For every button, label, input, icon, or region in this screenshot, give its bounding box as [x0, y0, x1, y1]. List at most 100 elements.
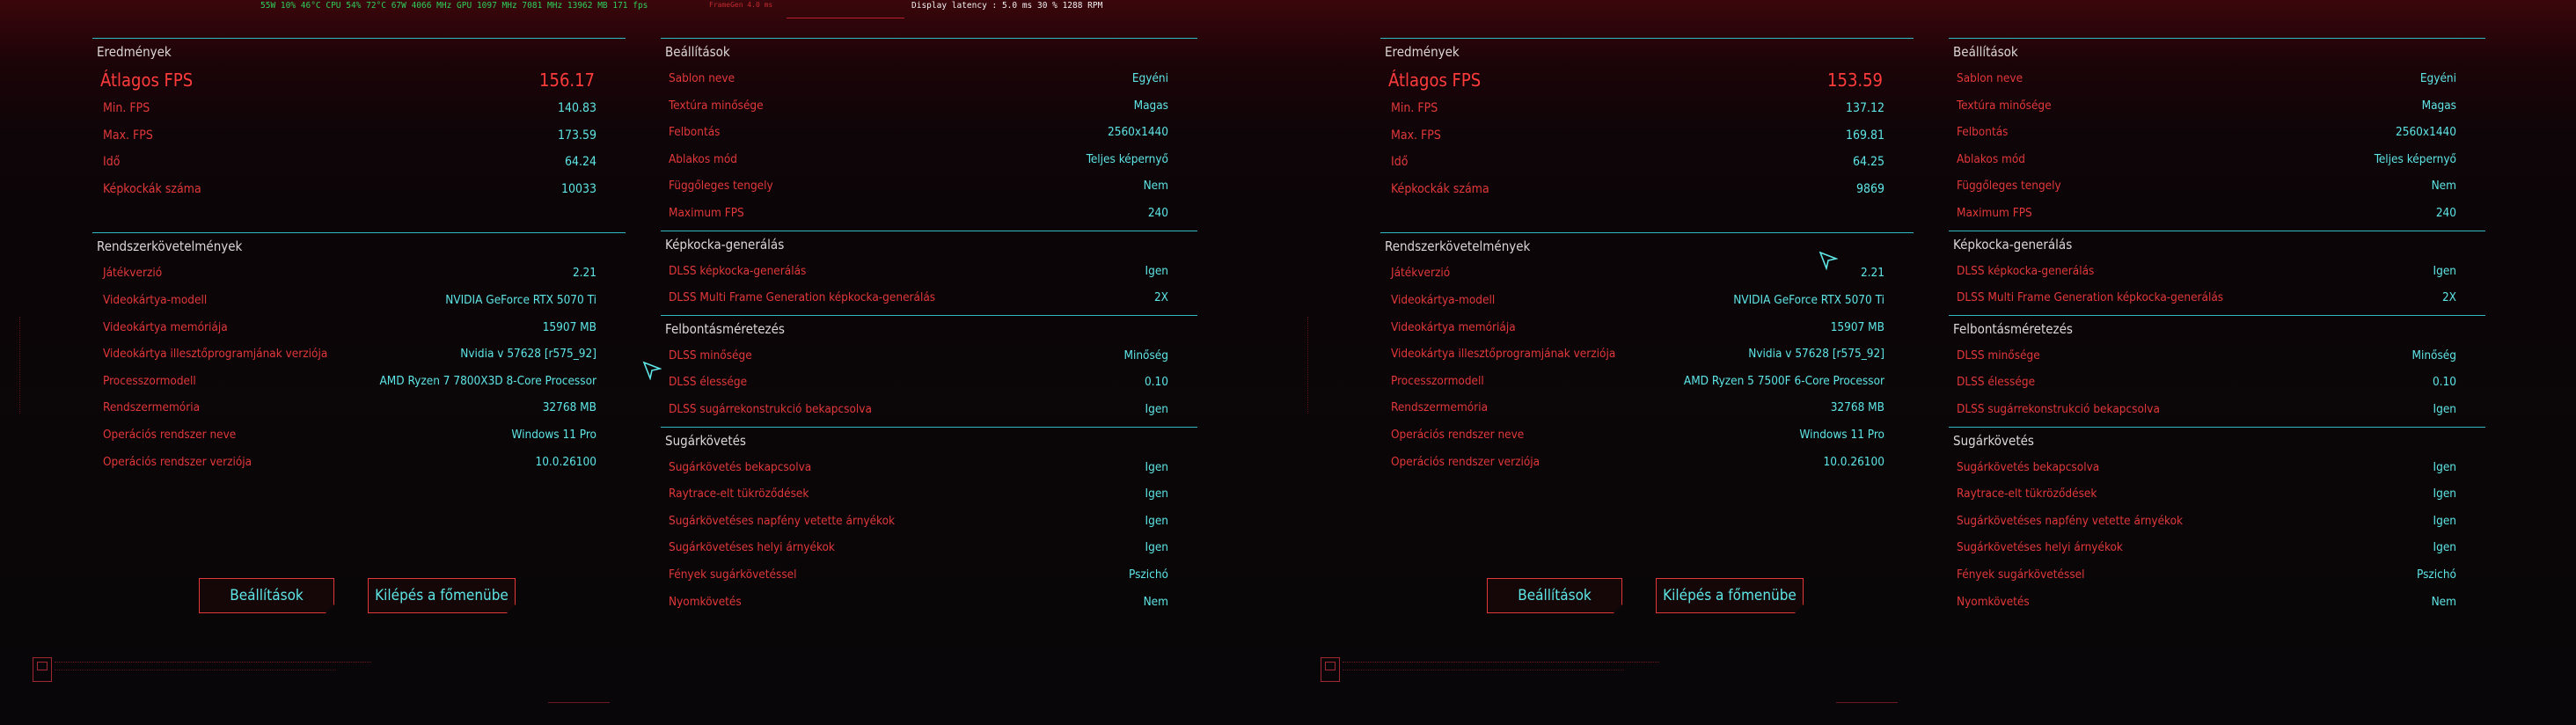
info-row-label: Operációs rendszer neve: [1391, 427, 1525, 442]
info-row-label: Sugárkövetés bekapcsolva: [1957, 459, 2100, 474]
info-row: Videokártya memóriája 15907 MB: [92, 314, 626, 341]
info-row: Sablon neve Egyéni: [661, 65, 1197, 92]
info-row-value: Igen: [2433, 513, 2456, 528]
info-row-label: DLSS képkocka-generálás: [669, 263, 807, 278]
min-fps-row: Min. FPS 137.12: [1380, 95, 1914, 122]
settings-title: Beállítások: [1953, 44, 2018, 60]
info-row-value: 0.10: [2432, 375, 2456, 390]
right-column: Beállítások Sablon neve Egyéni Textúra min…: [1949, 38, 2485, 619]
max-fps-label: Max. FPS: [1391, 128, 1441, 143]
info-row-value: Nem: [1143, 594, 1168, 609]
info-row: DLSS élessége 0.10: [661, 369, 1197, 396]
info-row-value: Igen: [2433, 263, 2456, 278]
info-row-label: DLSS képkocka-generálás: [1957, 263, 2095, 278]
avg-fps-value: 153.59: [1827, 70, 1883, 91]
bottom-marker: [1836, 702, 1898, 703]
min-fps-label: Min. FPS: [1391, 101, 1438, 115]
info-row: Függőleges tengely Nem: [1949, 172, 2485, 200]
info-row-value: Egyéni: [1131, 71, 1168, 85]
info-row: Fények sugárkövetéssel Pszichó: [1949, 561, 2485, 589]
time-value: 64.24: [564, 155, 596, 170]
framegen-title: Képkocka-generálás: [665, 236, 785, 253]
info-row-label: Videokártya memóriája: [103, 319, 228, 334]
raytracing-title: Sugárkövetés: [665, 432, 746, 449]
exit-to-menu-button[interactable]: Kilépés a főmenübe: [1656, 578, 1804, 613]
max-fps-value: 169.81: [1845, 128, 1884, 143]
max-fps-row: Max. FPS 169.81: [1380, 122, 1914, 150]
min-fps-value: 137.12: [1845, 101, 1884, 115]
info-row: Sablon neve Egyéni: [1949, 65, 2485, 92]
info-row: Operációs rendszer verziója 10.0.26100: [1380, 449, 1914, 476]
info-row-value: Magas: [1133, 98, 1168, 113]
info-row: Sugárkövetés bekapcsolva Igen: [1949, 454, 2485, 481]
info-row: Videokártya-modell NVIDIA GeForce RTX 507…: [1380, 287, 1914, 314]
info-row-label: Fények sugárkövetéssel: [669, 567, 797, 582]
info-row-label: Maximum FPS: [669, 205, 744, 220]
footer-fine-print: [55, 662, 371, 664]
info-row-label: Operációs rendszer neve: [103, 427, 237, 442]
info-row: Ablakos mód Teljes képernyő: [661, 146, 1197, 173]
info-row-value: Igen: [2433, 459, 2456, 474]
info-row-value: 240: [2435, 205, 2456, 220]
info-row-value: Nvidia v 57628 [r575_92]: [1748, 347, 1884, 362]
info-row: Operációs rendszer neve Windows 11 Pro: [92, 421, 626, 449]
info-row: DLSS Multi Frame Generation képkocka-gen…: [661, 284, 1197, 311]
info-row-label: Függőleges tengely: [1957, 179, 2061, 194]
scaling-title: Felbontásméretezés: [1953, 320, 2073, 337]
info-row: Textúra minősége Magas: [661, 92, 1197, 120]
info-row-label: Sugárkövetéses napfény vetette árnyékok: [1957, 513, 2184, 528]
results-section: Eredmények Átlagos FPS 156.17 Min. FPS 1…: [92, 38, 626, 232]
info-row: Rendszermemória 32768 MB: [92, 394, 626, 421]
max-fps-row: Max. FPS 173.59: [92, 122, 626, 150]
info-row: DLSS sugárrekonstrukció bekapcsolva Igen: [661, 396, 1197, 423]
frames-row: Képkockák száma 10033: [92, 176, 626, 203]
info-row-value: Teljes képernyő: [1086, 151, 1168, 166]
info-row: DLSS minősége Minőség: [661, 342, 1197, 370]
logo-icon: [33, 657, 52, 682]
settings-button[interactable]: Beállítások: [1487, 578, 1622, 613]
info-row-value: 10.0.26100: [535, 454, 596, 469]
side-decoration: [1307, 317, 1310, 414]
info-row: DLSS minősége Minőség: [1949, 342, 2485, 370]
settings-button[interactable]: Beállítások: [199, 578, 334, 613]
info-row-value: 240: [1147, 205, 1168, 220]
info-row: Operációs rendszer neve Windows 11 Pro: [1380, 421, 1914, 449]
info-row-label: Operációs rendszer verziója: [103, 454, 252, 469]
info-row-value: 2560x1440: [1108, 125, 1168, 140]
footer-fine-print-2: [55, 670, 336, 672]
min-fps-row: Min. FPS 140.83: [92, 95, 626, 122]
info-row-value: 2X: [1153, 290, 1168, 305]
raytracing-section: Sugárkövetés Sugárkövetés bekapcsolva Ige…: [661, 426, 1197, 619]
info-row-value: Minőség: [1123, 348, 1169, 362]
info-row: DLSS élessége 0.10: [1949, 369, 2485, 396]
info-row-label: Sablon neve: [669, 71, 735, 85]
info-row-value: Igen: [2433, 487, 2456, 502]
frames-value: 9869: [1855, 181, 1884, 196]
info-row-value: Igen: [2433, 540, 2456, 555]
info-row-value: Igen: [1145, 401, 1168, 416]
settings-section: Beállítások Sablon neve Egyéni Textúra min…: [661, 38, 1197, 231]
info-row: Maximum FPS 240: [1949, 200, 2485, 227]
time-row: Idő 64.25: [1380, 149, 1914, 176]
info-row-value: 32768 MB: [1830, 400, 1884, 415]
info-row-value: Igen: [1145, 487, 1168, 502]
info-row-label: DLSS Multi Frame Generation képkocka-gen…: [1957, 290, 2224, 305]
info-row-value: 2X: [2441, 290, 2456, 305]
info-row-label: Rendszermemória: [1391, 400, 1489, 415]
info-row-value: 15907 MB: [542, 319, 596, 334]
exit-to-menu-button[interactable]: Kilépés a főmenübe: [368, 578, 516, 613]
info-row: Raytrace-elt tükröződések Igen: [1949, 480, 2485, 508]
info-row: Raytrace-elt tükröződések Igen: [661, 480, 1197, 508]
info-row-value: 2.21: [572, 266, 596, 281]
info-row-label: Textúra minősége: [669, 98, 764, 113]
info-row-label: Processzormodell: [103, 373, 196, 388]
scaling-section: Felbontásméretezés DLSS minősége Minőség D…: [661, 314, 1197, 427]
results-title: Eredmények: [97, 44, 172, 60]
time-label: Idő: [1391, 155, 1409, 170]
info-row-value: Nem: [1143, 179, 1168, 194]
info-row-value: NVIDIA GeForce RTX 5070 Ti: [1733, 292, 1884, 307]
info-row: Sugárkövetéses helyi árnyékok Igen: [1949, 534, 2485, 561]
info-row-value: Nem: [2431, 179, 2456, 194]
info-row: Függőleges tengely Nem: [661, 172, 1197, 200]
frames-row: Képkockák száma 9869: [1380, 176, 1914, 203]
